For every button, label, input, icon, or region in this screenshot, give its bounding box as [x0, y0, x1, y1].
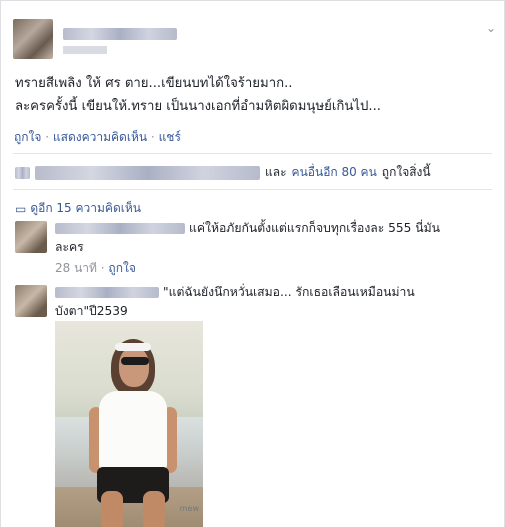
comment-text: "แต่ฉันยังนึกหวั่นเสมอ... รักเธอเลือนเหม… — [163, 285, 415, 299]
comment-bubble-icon: ▭ — [15, 201, 27, 216]
likes-liked: ถูกใจสิ่งนี้ — [381, 165, 431, 179]
photo-sunglasses — [121, 357, 149, 365]
photo-watermark: mew — [179, 504, 199, 513]
share-link[interactable]: แชร์ — [159, 130, 181, 144]
photo-face — [119, 347, 149, 387]
comment-like-link[interactable]: ถูกใจ — [108, 261, 135, 275]
post-text-line: ทรายสีเพลิง ให้ ศร ตาย...เขียนบทได้ใจร้า… — [15, 76, 293, 91]
photo-leg — [101, 491, 123, 527]
post-card: ⌄ ทรายสีเพลิง ให้ ศร ตาย...เขียนบทได้ใจร… — [0, 0, 505, 527]
divider — [13, 189, 492, 190]
likers-names-blurred[interactable] — [35, 165, 260, 180]
commenter-name-blurred[interactable] — [55, 223, 185, 234]
commenter-name-blurred[interactable] — [55, 287, 159, 298]
comment-meta: 28 นาที · ถูกใจ — [55, 259, 136, 278]
photo-leg — [143, 491, 165, 527]
photo-headband — [115, 343, 151, 351]
comment-text: แค่ให้อภัยกันตั้งแต่แรกก็จบทุกเรื่องละ 5… — [189, 221, 440, 235]
post-text: ทรายสีเพลิง ให้ ศร ตาย...เขียนบทได้ใจร้า… — [15, 72, 495, 118]
view-more-comments[interactable]: ▭ ดูอีก 15 ความคิดเห็น — [15, 199, 141, 218]
divider — [13, 153, 492, 154]
comment-photo[interactable]: mew — [55, 321, 203, 527]
comment-text: บังตา"ปี2539 — [55, 304, 128, 318]
commenter-avatar[interactable] — [15, 221, 47, 253]
chevron-down-icon[interactable]: ⌄ — [486, 21, 496, 35]
separator: · — [150, 130, 155, 144]
separator: · — [100, 261, 105, 275]
likes-summary: และ คนอื่นอีก 80 คน ถูกใจสิ่งนี้ — [15, 163, 431, 182]
post-actions: ถูกใจ · แสดงความคิดเห็น · แชร์ — [14, 128, 181, 147]
separator: · — [45, 130, 50, 144]
like-thumb-icon — [15, 166, 30, 179]
likes-others-link[interactable]: คนอื่นอีก 80 คน — [292, 163, 377, 182]
author-avatar[interactable] — [13, 19, 53, 59]
author-name-blurred[interactable] — [63, 28, 177, 40]
comment-time[interactable]: 28 นาที — [55, 261, 97, 275]
like-link[interactable]: ถูกใจ — [14, 130, 41, 144]
comment-link[interactable]: แสดงความคิดเห็น — [53, 130, 147, 144]
likes-and: และ — [265, 165, 287, 179]
post-text-line: ละครครั้งนี้ เขียนให้.ทราย เป็นนางเอกที่… — [15, 99, 381, 114]
commenter-avatar[interactable] — [15, 285, 47, 317]
post-time-blurred[interactable] — [63, 46, 107, 54]
photo-top — [99, 391, 167, 471]
view-more-label: ดูอีก 15 ความคิดเห็น — [30, 201, 141, 215]
comment-text: ละคร — [55, 240, 84, 254]
